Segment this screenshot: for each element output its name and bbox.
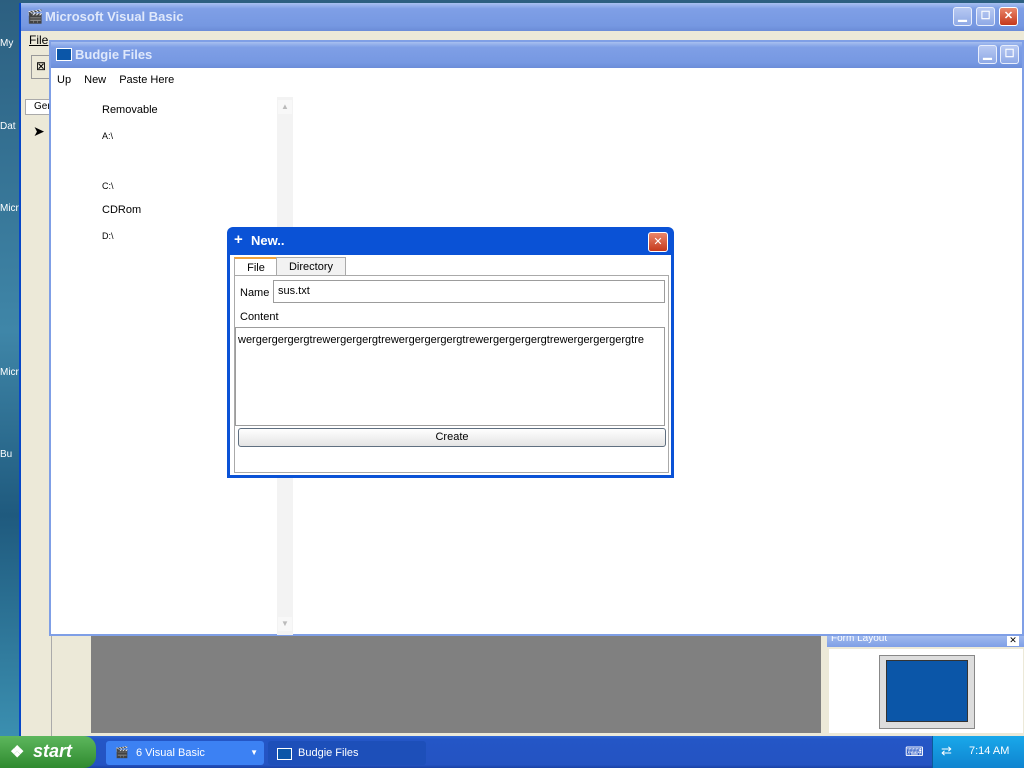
scroll-up-icon[interactable]: ▲	[278, 100, 292, 114]
close-icon: ✕	[653, 236, 663, 248]
drive-item-a[interactable]: A:\	[102, 131, 113, 141]
desktop-icon-label[interactable]: Micr	[0, 203, 19, 214]
menu-paste-here[interactable]: Paste Here	[119, 74, 174, 86]
minimize-icon: ▁	[958, 10, 967, 22]
file-tab-panel: Name sus.txt Content wergergergergtrewer…	[234, 275, 669, 473]
pointer-tool-icon[interactable]: ➤	[33, 123, 45, 140]
vb-app-icon: 🎬	[27, 9, 44, 24]
budgie-maximize-button[interactable]: ☐	[1000, 45, 1019, 64]
start-button[interactable]: ❖ start	[0, 736, 96, 768]
system-tray: ⇄ 7:14 AM	[932, 736, 1024, 768]
budgie-minimize-button[interactable]: ▁	[978, 45, 997, 64]
minimize-button[interactable]: ▁	[953, 7, 972, 26]
vb-title-bar[interactable]: 🎬 Microsoft Visual Basic ▁ ☐ ✕	[21, 3, 1024, 31]
drive-item-d[interactable]: D:\	[102, 231, 114, 241]
task-visual-basic[interactable]: 🎬 6 Visual Basic ▼	[106, 741, 264, 765]
task-budgie-files[interactable]: Budgie Files	[268, 741, 426, 765]
name-label: Name	[240, 287, 270, 299]
drive-group-label: Removable	[102, 104, 158, 116]
minimize-icon: ▁	[983, 48, 992, 60]
tab-directory[interactable]: Directory	[276, 257, 346, 276]
chevron-down-icon: ▼	[250, 748, 258, 757]
toolbox-panel: ➤	[25, 117, 52, 757]
desktop-icon-label[interactable]: My	[0, 38, 13, 49]
maximize-icon: ☐	[980, 10, 991, 22]
network-icon[interactable]: ⇄	[941, 743, 952, 759]
dialog-close-button[interactable]: ✕	[648, 232, 668, 252]
new-dialog: + New.. ✕ File Directory Name sus.txt Co…	[227, 227, 674, 478]
menu-new[interactable]: New	[84, 74, 106, 86]
content-label: Content	[240, 311, 279, 323]
taskbar: ❖ start 🎬 6 Visual Basic ▼ Budgie Files …	[0, 736, 1024, 768]
menu-up[interactable]: Up	[57, 74, 71, 86]
start-label: start	[33, 741, 73, 761]
close-icon: ✕	[1003, 10, 1014, 22]
vb-window-title: Microsoft Visual Basic	[45, 9, 184, 24]
create-button[interactable]: Create	[238, 428, 666, 447]
desktop-icon-label[interactable]: Micr	[0, 367, 19, 378]
budgie-menu-bar: Up New Paste Here	[57, 74, 184, 86]
vb-menu-file[interactable]: File	[29, 33, 48, 47]
drive-group-label: CDRom	[102, 204, 142, 216]
maximize-button[interactable]: ☐	[976, 7, 995, 26]
budgie-app-icon	[56, 48, 72, 61]
vb-task-icon: 🎬	[115, 747, 129, 759]
windows-logo-icon: ❖	[10, 744, 25, 761]
scroll-down-icon[interactable]: ▼	[278, 617, 292, 631]
monitor-screen	[886, 660, 968, 722]
form-layout-body	[829, 649, 1023, 733]
desktop-icon-label[interactable]: Dat	[0, 121, 16, 132]
form-layout-panel: Form Layout ✕	[827, 633, 1024, 735]
drive-item-c[interactable]: C:\	[102, 181, 114, 191]
clock[interactable]: 7:14 AM	[969, 745, 1009, 757]
task-label: 6 Visual Basic	[136, 747, 205, 759]
monitor-preview	[879, 655, 975, 729]
name-input[interactable]: sus.txt	[273, 280, 665, 303]
toolbar-icon: ⊠	[36, 59, 47, 73]
close-button[interactable]: ✕	[999, 7, 1018, 26]
plus-icon: +	[234, 231, 243, 248]
budgie-window-title: Budgie Files	[75, 47, 153, 62]
content-textarea[interactable]: wergergergergtrewergergergtrewergergerge…	[235, 327, 665, 426]
budgie-title-bar[interactable]: Budgie Files ▁ ☐	[51, 42, 1022, 68]
desktop-icon-label[interactable]: Bu	[0, 449, 12, 460]
maximize-icon: ☐	[1004, 48, 1015, 60]
dialog-body: File Directory Name sus.txt Content werg…	[230, 255, 671, 475]
dialog-title: New..	[251, 233, 285, 248]
budgie-task-icon	[277, 748, 292, 760]
task-label: Budgie Files	[298, 747, 359, 759]
keyboard-icon[interactable]: ⌨	[905, 744, 924, 760]
vb-workspace	[91, 633, 821, 733]
